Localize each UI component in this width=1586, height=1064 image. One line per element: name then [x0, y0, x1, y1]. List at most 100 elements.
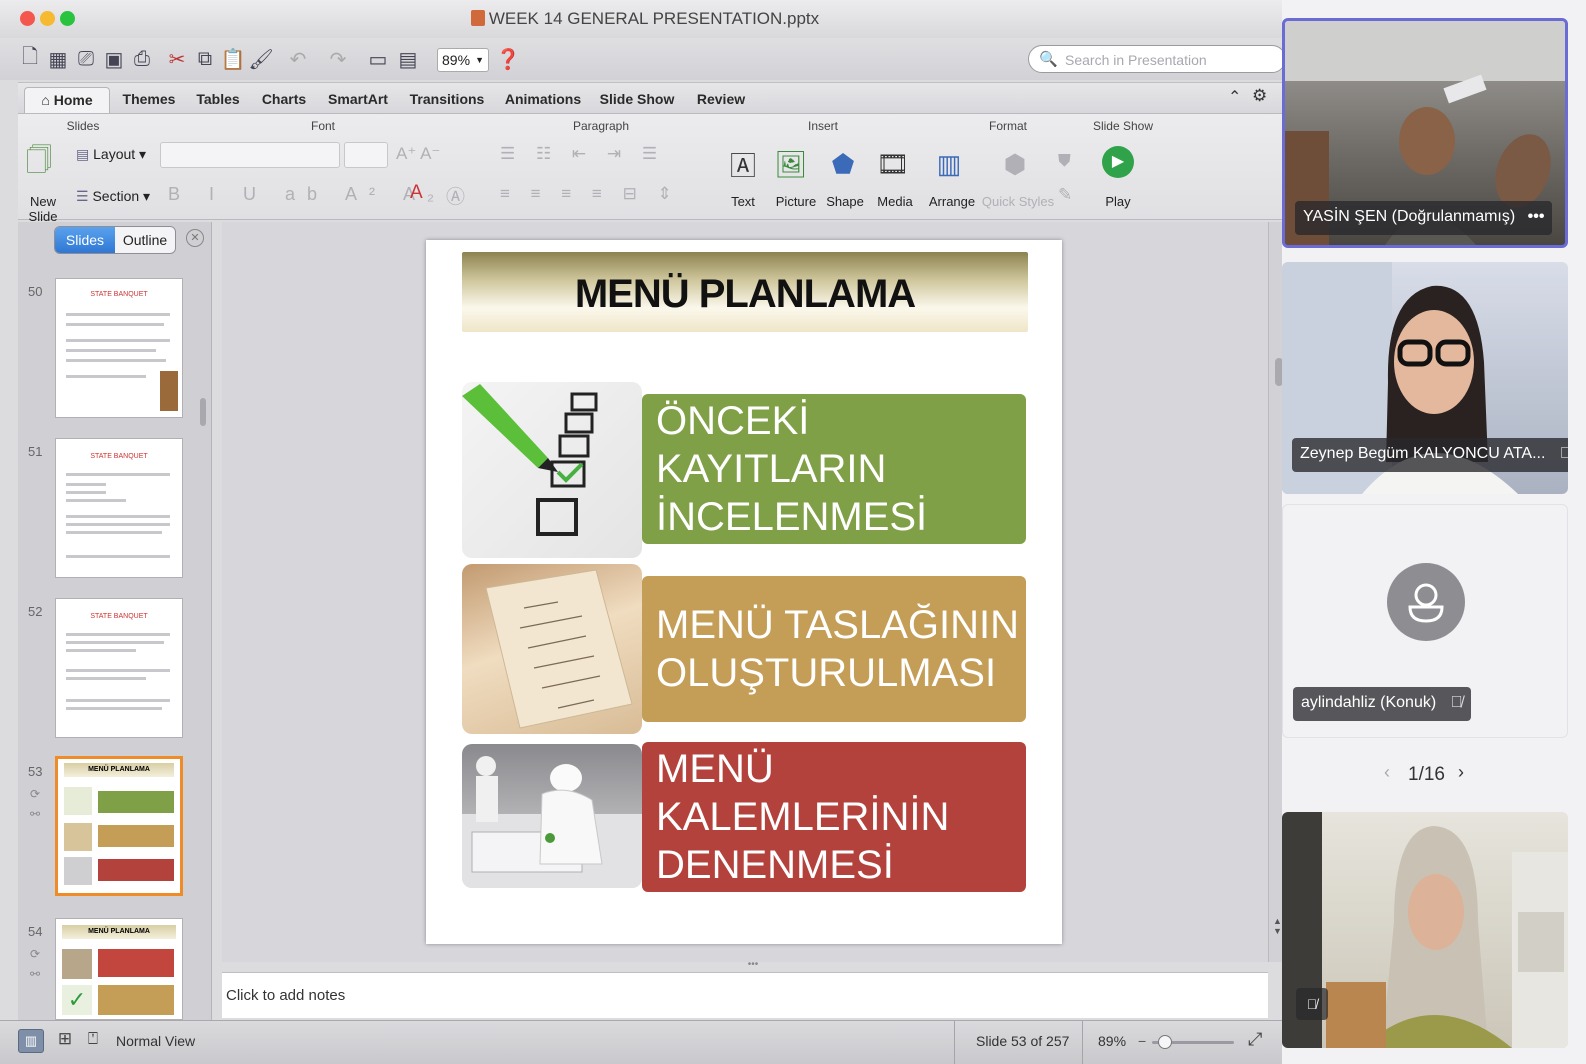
shape-fill-icon[interactable]: ⛊ ✎: [1058, 144, 1072, 212]
section-button[interactable]: ☰ Section ▾: [76, 188, 150, 205]
thumbnail-title: STATE BANQUET: [90, 291, 148, 298]
step-3-line-2: DENENMESİ: [656, 843, 894, 887]
pagination-label: 1/16: [1408, 764, 1445, 785]
mic-muted-icon: 🎙̸: [1559, 445, 1568, 462]
tab-slides[interactable]: Slides: [55, 227, 115, 253]
insert-picture-button[interactable]: Picture: [768, 194, 824, 209]
slide-thumbnail-53[interactable]: MENÜ PLANLAMA: [55, 756, 183, 896]
tab-outline[interactable]: Outline: [115, 227, 175, 253]
insert-shape-button[interactable]: Shape: [822, 194, 868, 209]
notes-resize-handle[interactable]: •••: [738, 960, 768, 970]
collapse-ribbon-icon[interactable]: ⌃: [1228, 87, 1241, 107]
text-effects-icon[interactable]: Ⓐ: [446, 182, 465, 209]
font-size-field[interactable]: [344, 142, 388, 168]
ribbon-tabs: ⌂ Home Themes Tables Charts SmartArt Tra…: [18, 82, 1290, 114]
help-icon[interactable]: ❓: [496, 46, 521, 72]
insert-media-button[interactable]: Media: [872, 194, 918, 209]
slide-sorter-view-icon[interactable]: ⊞: [52, 1029, 78, 1053]
close-pane-icon[interactable]: ✕: [186, 229, 204, 247]
open-icon[interactable]: ⎚: [74, 46, 98, 72]
tab-animations[interactable]: Animations: [496, 87, 590, 113]
participant-tile-3[interactable]: aylindahliz (Konuk) 🎙̸: [1282, 504, 1568, 738]
current-slide[interactable]: MENÜ PLANLAMA ÖNCEKİ KAYITLARIN İNCELENM…: [426, 240, 1062, 944]
media-icon[interactable]: 🎞: [876, 144, 910, 184]
prev-next-slide-icon[interactable]: ▲ ▼: [1273, 916, 1282, 936]
zoom-slider[interactable]: [1152, 1035, 1234, 1049]
layout-button[interactable]: ▤ Layout ▾: [76, 146, 146, 163]
previous-page-icon[interactable]: ‹: [1384, 762, 1390, 783]
thumbnail-number: 50: [28, 284, 43, 299]
slide-thumbnail-50[interactable]: STATE BANQUET: [55, 278, 183, 418]
format-painter-icon[interactable]: 🖌: [248, 46, 273, 72]
slide-thumbnail-51[interactable]: STATE BANQUET: [55, 438, 183, 578]
pane-scrollbar[interactable]: [200, 398, 206, 426]
step-band-3: MENÜ KALEMLERİNİN DENENMESİ: [642, 742, 1026, 892]
tab-transitions[interactable]: Transitions: [400, 87, 494, 113]
slide-thumbnail-52[interactable]: STATE BANQUET: [55, 598, 183, 738]
search-input[interactable]: 🔍 Search in Presentation: [1028, 45, 1286, 73]
arrange-icon[interactable]: ▥: [932, 144, 966, 184]
normal-view-icon[interactable]: ▥: [18, 1029, 44, 1053]
step-band-1: ÖNCEKİ KAYITLARIN İNCELENMESİ: [642, 394, 1026, 544]
tab-themes[interactable]: Themes: [114, 87, 184, 113]
tab-home[interactable]: ⌂ Home: [24, 87, 110, 113]
participant-tile-1[interactable]: YASİN ŞEN (Doğrulanmamış) •••: [1282, 18, 1568, 248]
zoom-slider-knob[interactable]: [1158, 1035, 1172, 1049]
save-icon[interactable]: ▣: [102, 46, 126, 72]
new-slide-button[interactable]: New Slide: [18, 194, 68, 224]
quick-styles-icon[interactable]: ⬢: [998, 144, 1032, 184]
quick-styles-button[interactable]: Quick Styles: [980, 194, 1056, 209]
cut-icon[interactable]: ✂: [165, 46, 189, 72]
participant-tile-4[interactable]: 🎙̸: [1282, 812, 1568, 1048]
paste-icon[interactable]: 📋: [221, 46, 246, 72]
chevron-down-icon: ▼: [475, 55, 484, 65]
picture-icon[interactable]: 🖼: [774, 144, 808, 184]
play-button[interactable]: Play: [1098, 194, 1138, 209]
fit-to-window-icon[interactable]: ⤢: [1248, 1029, 1262, 1050]
tab-charts[interactable]: Charts: [252, 87, 316, 113]
templates-icon[interactable]: ▦: [46, 46, 70, 72]
notes-placeholder: Click to add notes: [226, 987, 346, 1004]
new-slide-icon[interactable]: 🗍: [22, 142, 56, 186]
group-label-paragraph: Paragraph: [572, 119, 630, 133]
step-1-line-2: İNCELENMESİ: [656, 495, 928, 539]
participant-name-pill: Zeynep Begüm KALYONCU ATA... 🎙̸: [1292, 438, 1568, 472]
tab-smartart[interactable]: SmartArt: [318, 87, 398, 113]
play-icon[interactable]: ▶: [1102, 146, 1134, 178]
font-color-icon[interactable]: A: [410, 182, 423, 204]
zoom-out-icon[interactable]: −: [1138, 1033, 1146, 1049]
participant-name: YASİN ŞEN (Doğrulanmamış): [1303, 208, 1516, 225]
participant-tile-2[interactable]: Zeynep Begüm KALYONCU ATA... 🎙̸: [1282, 262, 1568, 494]
tab-slide-show[interactable]: Slide Show: [592, 87, 682, 113]
thumbnail-number: 54: [28, 924, 43, 939]
text-box-icon[interactable]: 🄰: [726, 144, 760, 184]
zoom-select[interactable]: 89% ▼: [437, 48, 489, 72]
list-buttons[interactable]: ☰ ☷ ⇤ ⇥ ☰: [500, 144, 665, 164]
copy-icon[interactable]: ⧉: [193, 46, 217, 72]
shape-icon[interactable]: ⬟: [826, 144, 860, 184]
grow-font-icon[interactable]: A⁺ A⁻: [396, 144, 440, 164]
slide-title-banner: MENÜ PLANLAMA: [462, 252, 1028, 332]
kitchen-image: [462, 744, 642, 888]
tab-tables[interactable]: Tables: [186, 87, 250, 113]
align-buttons[interactable]: ≡ ≡ ≡ ≡ ⊟ ⇕: [500, 184, 680, 204]
arrange-button[interactable]: Arrange: [924, 194, 980, 209]
slideshow-icon[interactable]: ▤: [396, 46, 420, 72]
redo-icon[interactable]: ↷: [326, 46, 350, 72]
more-options-icon[interactable]: •••: [1528, 208, 1545, 225]
undo-icon[interactable]: ↶: [286, 46, 310, 72]
presenter-view-icon[interactable]: ⍞: [80, 1029, 106, 1053]
search-icon: 🔍: [1039, 51, 1058, 68]
notes-pane[interactable]: Click to add notes: [222, 972, 1268, 1018]
insert-text-button[interactable]: Text: [720, 194, 766, 209]
slide-thumbnail-54[interactable]: MENÜ PLANLAMA ✓: [55, 918, 183, 1020]
print-icon[interactable]: ⎙: [130, 46, 154, 72]
slide-sorter-icon[interactable]: ▭: [366, 46, 390, 72]
new-document-icon[interactable]: 🗋: [18, 46, 42, 72]
next-page-icon[interactable]: ›: [1458, 762, 1464, 783]
font-style-buttons[interactable]: B I U ab A² A₂: [168, 184, 446, 205]
status-bar: ▥ ⊞ ⍞ Normal View Slide 53 of 257 89% − …: [0, 1020, 1290, 1064]
font-name-field[interactable]: [160, 142, 340, 168]
gear-icon[interactable]: ⚙: [1252, 86, 1267, 106]
tab-review[interactable]: Review: [684, 87, 758, 113]
